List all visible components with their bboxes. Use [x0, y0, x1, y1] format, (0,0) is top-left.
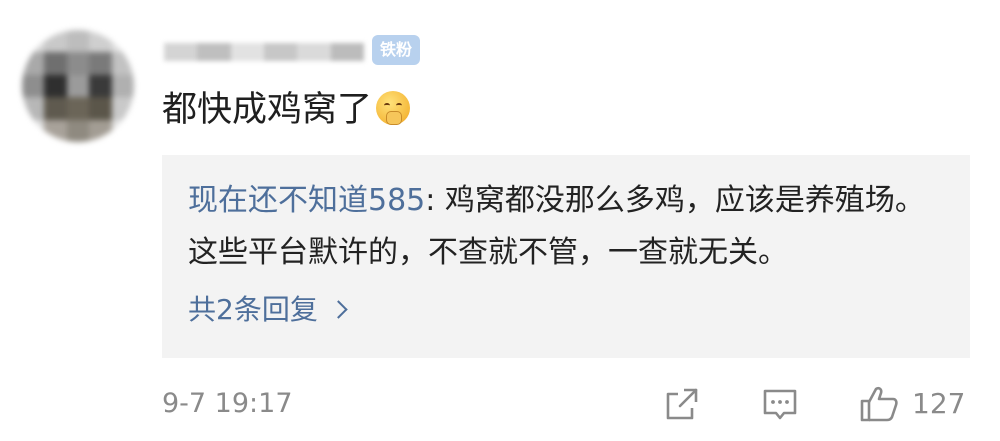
comment-button[interactable]	[760, 384, 800, 424]
fan-badge: 铁粉	[372, 35, 421, 65]
shushing-face-emoji-icon	[376, 91, 411, 125]
reply-author-link[interactable]: 现在还不知道585	[188, 183, 425, 218]
thumbs-up-icon	[860, 386, 898, 422]
share-icon	[666, 388, 698, 420]
avatar[interactable]	[22, 30, 134, 142]
like-button[interactable]: 127	[858, 384, 965, 424]
reply-count-label: 共2条回复	[188, 293, 318, 326]
like-count: 127	[912, 387, 966, 420]
username-censored[interactable]	[164, 36, 364, 68]
view-replies-link[interactable]: 共2条回复	[188, 288, 348, 332]
chevron-right-icon	[329, 300, 348, 319]
reply-separator: :	[425, 183, 445, 218]
comment-body: 都快成鸡窝了	[162, 86, 411, 134]
comment-timestamp: 9-7 19:17	[162, 388, 293, 419]
comment-icon	[763, 389, 797, 420]
reply-preview: 现在还不知道585: 鸡窝都没那么多鸡，应该是养殖场。这些平台默许的，不查就不管…	[188, 175, 948, 279]
reply-preview-box[interactable]: 现在还不知道585: 鸡窝都没那么多鸡，应该是养殖场。这些平台默许的，不查就不管…	[162, 155, 970, 358]
share-button[interactable]	[662, 384, 702, 424]
comment-text: 都快成鸡窝了	[162, 90, 373, 130]
